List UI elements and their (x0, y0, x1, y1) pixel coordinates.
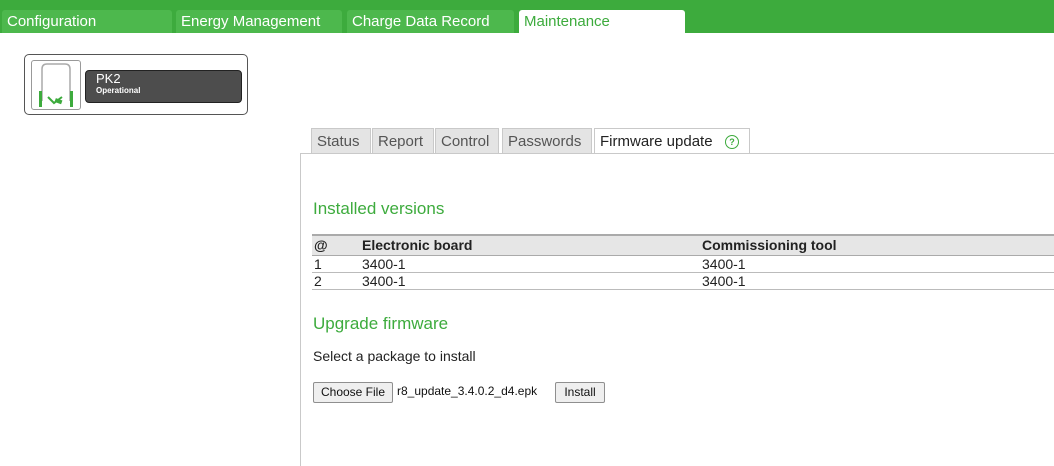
row-index: 1 (312, 255, 360, 273)
commissioning-tool-version: 3400-1 (700, 272, 1054, 290)
table-row: 2 3400-1 3400-1 (312, 272, 1054, 290)
subtab-firmware-update-label: Firmware update (600, 133, 713, 150)
tab-maintenance[interactable]: Maintenance (519, 10, 685, 33)
column-header-at: @ (312, 234, 360, 256)
row-index: 2 (312, 272, 360, 290)
installed-versions-table: @ Electronic board Commissioning tool 1 … (312, 234, 1054, 290)
subtab-status[interactable]: Status (311, 128, 371, 153)
station-status-pill[interactable]: PK2 Operational (85, 70, 242, 103)
electronic-board-version: 3400-1 (360, 255, 700, 273)
choose-file-button[interactable]: Choose File (313, 382, 393, 403)
column-header-electronic-board: Electronic board (360, 234, 700, 256)
table-header-row: @ Electronic board Commissioning tool (312, 234, 1054, 256)
select-package-instruction: Select a package to install (313, 348, 476, 364)
tab-charge-data-record[interactable]: Charge Data Record (347, 10, 514, 33)
upgrade-firmware-title: Upgrade firmware (313, 314, 449, 333)
tab-energy-management[interactable]: Energy Management (176, 10, 342, 33)
commissioning-tool-version: 3400-1 (700, 255, 1054, 273)
top-navigation-bar: Configuration Energy Management Charge D… (0, 0, 1054, 33)
firmware-update-panel: Installed versions @ Electronic board Co… (300, 153, 1054, 466)
subtab-passwords[interactable]: Passwords (502, 128, 592, 153)
tab-configuration[interactable]: Configuration (2, 10, 172, 33)
subtab-report[interactable]: Report (372, 128, 434, 153)
column-header-commissioning-tool: Commissioning tool (700, 234, 1054, 256)
install-button[interactable]: Install (555, 382, 605, 403)
table-row: 1 3400-1 3400-1 (312, 255, 1054, 273)
charging-station-icon (31, 60, 81, 110)
subtab-control[interactable]: Control (435, 128, 499, 153)
subtab-firmware-update[interactable]: Firmware update ? (594, 128, 750, 154)
station-status: Operational (96, 86, 141, 95)
selected-file-name: r8_update_3.4.0.2_d4.epk (397, 384, 538, 398)
station-name: PK2 (96, 71, 121, 86)
station-card[interactable]: PK2 Operational (24, 54, 248, 115)
help-icon[interactable]: ? (725, 135, 739, 149)
electronic-board-version: 3400-1 (360, 272, 700, 290)
installed-versions-title: Installed versions (313, 199, 445, 218)
